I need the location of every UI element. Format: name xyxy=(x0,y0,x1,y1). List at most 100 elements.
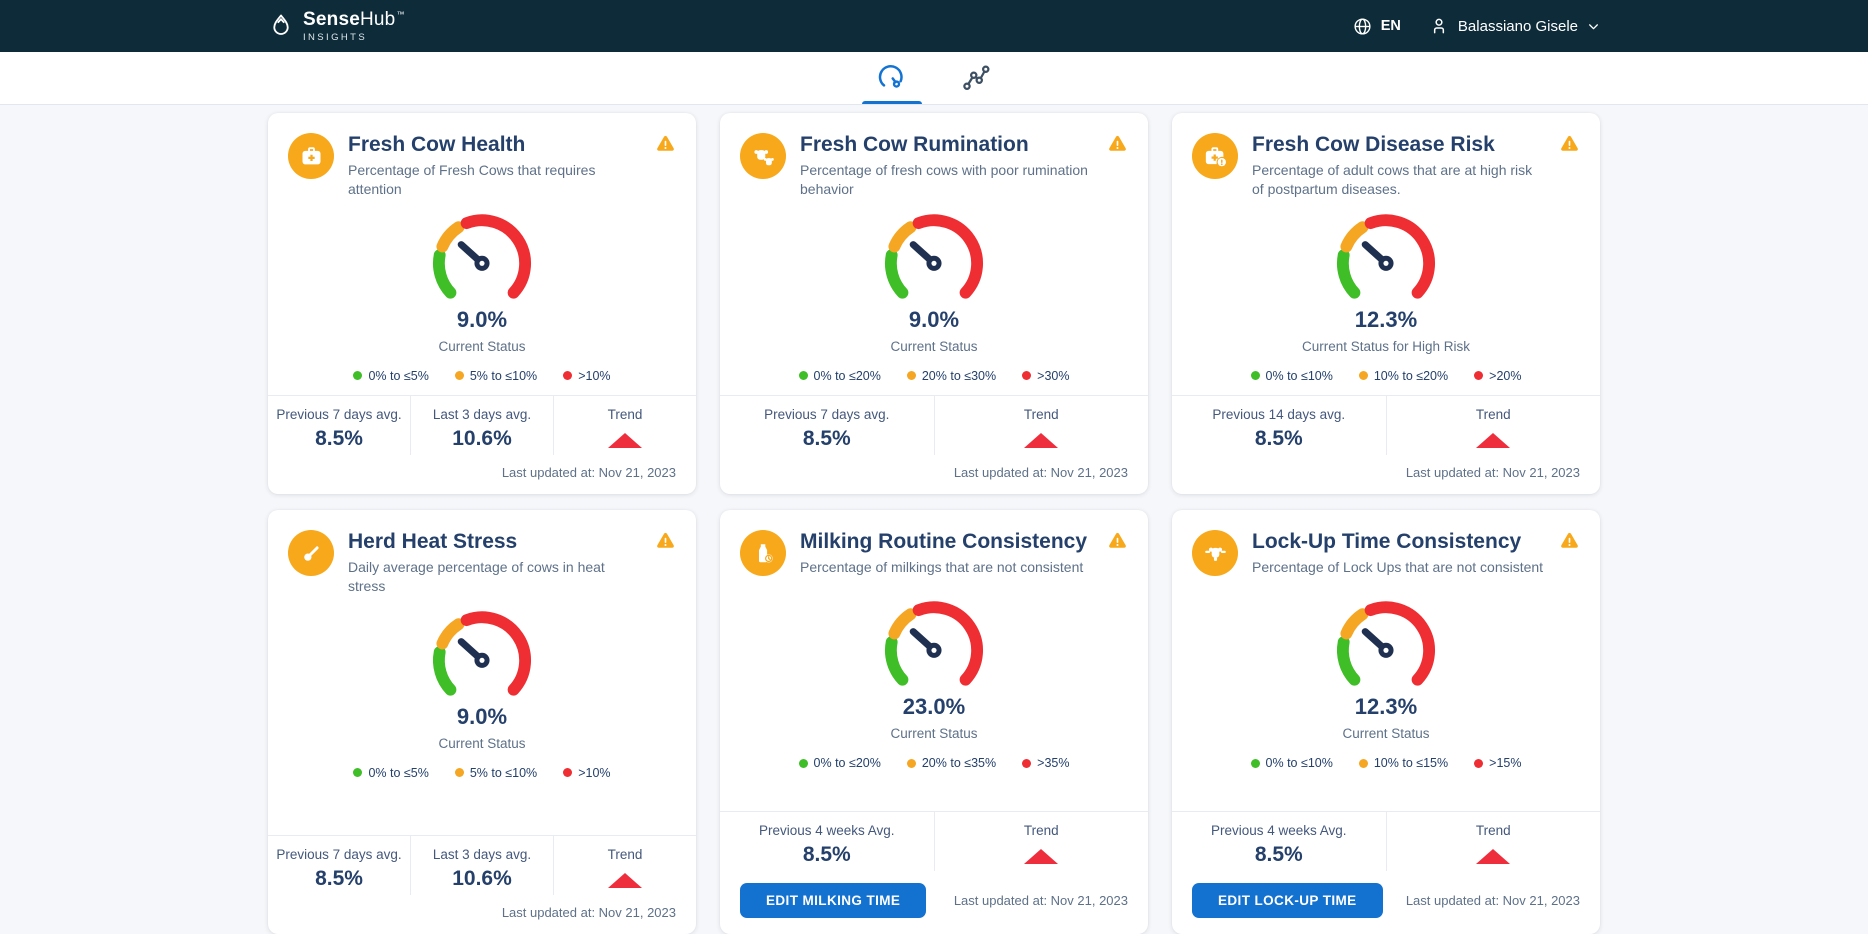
stats-row: Previous 7 days avg. 8.5% Trend xyxy=(720,395,1148,455)
gauge-legend: 0% to ≤5% 5% to ≤10% >10% xyxy=(353,369,610,383)
card-subtitle: Percentage of adult cows that are at hig… xyxy=(1252,161,1545,199)
gauge-status-label: Current Status xyxy=(890,339,977,354)
legend-label: 20% to ≤30% xyxy=(922,369,996,383)
tab-analytics[interactable] xyxy=(944,52,1008,104)
legend-label: >35% xyxy=(1037,756,1069,770)
gauge-status-label: Current Status xyxy=(1342,726,1429,741)
thermometer-icon xyxy=(288,530,334,576)
last-updated: Last updated at: Nov 21, 2023 xyxy=(1406,893,1580,908)
tab-dashboard[interactable] xyxy=(860,52,924,104)
gauge-chart xyxy=(1317,203,1455,315)
gauge-chart xyxy=(1317,590,1455,702)
legend-label: 0% to ≤10% xyxy=(1266,369,1333,383)
legend-dot-green xyxy=(1251,371,1260,380)
trend-up-icon xyxy=(1476,849,1510,864)
warning-icon[interactable] xyxy=(1107,133,1128,154)
user-menu[interactable]: Balassiano Gisele xyxy=(1429,16,1600,36)
legend-label: >30% xyxy=(1037,369,1069,383)
legend-dot-green xyxy=(799,371,808,380)
user-name: Balassiano Gisele xyxy=(1458,18,1578,35)
view-tabs xyxy=(0,52,1868,105)
gauge-chart xyxy=(413,600,551,712)
legend-label: >15% xyxy=(1489,756,1521,770)
legend-label: 0% to ≤5% xyxy=(368,766,428,780)
brand-name: SenseHub™ xyxy=(303,10,405,29)
trend-up-icon xyxy=(608,433,642,448)
legend-dot-yellow xyxy=(455,768,464,777)
legend-dot-yellow xyxy=(907,371,916,380)
legend-label: >10% xyxy=(578,369,610,383)
legend-label: 0% to ≤10% xyxy=(1266,756,1333,770)
legend-dot-yellow xyxy=(1359,759,1368,768)
legend-dot-red xyxy=(1022,371,1031,380)
edit-milking-time-button[interactable]: EDIT MILKING TIME xyxy=(740,883,926,918)
legend-label: 0% to ≤20% xyxy=(814,756,881,770)
legend-label: 20% to ≤35% xyxy=(922,756,996,770)
card-subtitle: Percentage of fresh cows with poor rumin… xyxy=(800,161,1093,199)
trend-up-icon xyxy=(1024,849,1058,864)
stats-row: Previous 14 days avg. 8.5% Trend xyxy=(1172,395,1600,455)
legend-dot-green xyxy=(799,759,808,768)
cow-headlock-icon xyxy=(1192,530,1238,576)
card-subtitle: Daily average percentage of cows in heat… xyxy=(348,558,641,596)
card-title: Lock-Up Time Consistency xyxy=(1252,530,1545,554)
language-selector[interactable]: EN xyxy=(1352,16,1401,37)
legend-label: 5% to ≤10% xyxy=(470,369,537,383)
medical-bag-icon xyxy=(288,133,334,179)
gauge-value: 9.0% xyxy=(457,704,507,730)
legend-dot-green xyxy=(1251,759,1260,768)
stats-row: Previous 4 weeks Avg. 8.5% Trend xyxy=(720,811,1148,871)
graph-tab-icon xyxy=(961,63,991,93)
legend-label: 0% to ≤20% xyxy=(814,369,881,383)
stat-trend: Trend xyxy=(553,396,696,455)
gauge-status-label: Current Status for High Risk xyxy=(1302,339,1470,354)
last-updated: Last updated at: Nov 21, 2023 xyxy=(954,893,1128,908)
card-title: Milking Routine Consistency xyxy=(800,530,1093,554)
legend-dot-yellow xyxy=(455,371,464,380)
gauge-legend: 0% to ≤20% 20% to ≤35% >35% xyxy=(799,756,1070,770)
sensehub-logo[interactable]: SenseHub™ INSIGHTS xyxy=(268,10,405,43)
trend-up-icon xyxy=(1476,433,1510,448)
gauge-value: 12.3% xyxy=(1355,307,1417,333)
card-title: Fresh Cow Rumination xyxy=(800,133,1093,157)
gauge-legend: 0% to ≤10% 10% to ≤20% >20% xyxy=(1251,369,1522,383)
stat-previous-avg: Previous 7 days avg. 8.5% xyxy=(720,396,934,455)
user-icon xyxy=(1429,16,1449,36)
warning-icon[interactable] xyxy=(1559,133,1580,154)
last-updated: Last updated at: Nov 21, 2023 xyxy=(720,455,1148,494)
legend-dot-green xyxy=(353,768,362,777)
trend-up-icon xyxy=(608,873,642,888)
legend-dot-red xyxy=(1022,759,1031,768)
gauge-legend: 0% to ≤10% 10% to ≤15% >15% xyxy=(1251,756,1522,770)
stats-row: Previous 4 weeks Avg. 8.5% Trend xyxy=(1172,811,1600,871)
language-code: EN xyxy=(1381,18,1401,34)
warning-icon[interactable] xyxy=(1559,530,1580,551)
legend-label: 10% to ≤15% xyxy=(1374,756,1448,770)
stat-trend: Trend xyxy=(934,812,1149,871)
warning-icon[interactable] xyxy=(655,530,676,551)
card-subtitle: Percentage of Fresh Cows that requires a… xyxy=(348,161,641,199)
last-updated: Last updated at: Nov 21, 2023 xyxy=(268,455,696,494)
card-milking-routine-consistency: Milking Routine Consistency Percentage o… xyxy=(720,510,1148,934)
dashboard: Fresh Cow Health Percentage of Fresh Cow… xyxy=(268,105,1600,934)
legend-label: 5% to ≤10% xyxy=(470,766,537,780)
cow-pair-icon xyxy=(740,133,786,179)
last-updated: Last updated at: Nov 21, 2023 xyxy=(268,895,696,934)
stat-trend: Trend xyxy=(1386,812,1601,871)
edit-lock-up-time-button[interactable]: EDIT LOCK-UP TIME xyxy=(1192,883,1383,918)
stat-previous-avg: Previous 7 days avg. 8.5% xyxy=(268,836,410,895)
last-updated: Last updated at: Nov 21, 2023 xyxy=(1172,455,1600,494)
milk-bottle-clock-icon xyxy=(740,530,786,576)
card-lock-up-time-consistency: Lock-Up Time Consistency Percentage of L… xyxy=(1172,510,1600,934)
gauge-tab-icon xyxy=(877,63,907,93)
card-subtitle: Percentage of milkings that are not cons… xyxy=(800,558,1093,577)
warning-icon[interactable] xyxy=(1107,530,1128,551)
warning-icon[interactable] xyxy=(655,133,676,154)
stat-trend: Trend xyxy=(934,396,1149,455)
gauge-chart xyxy=(865,203,1003,315)
gauge-value: 9.0% xyxy=(457,307,507,333)
gauge-value: 9.0% xyxy=(909,307,959,333)
stat-previous-avg: Previous 7 days avg. 8.5% xyxy=(268,396,410,455)
card-title: Herd Heat Stress xyxy=(348,530,641,554)
card-title: Fresh Cow Health xyxy=(348,133,641,157)
